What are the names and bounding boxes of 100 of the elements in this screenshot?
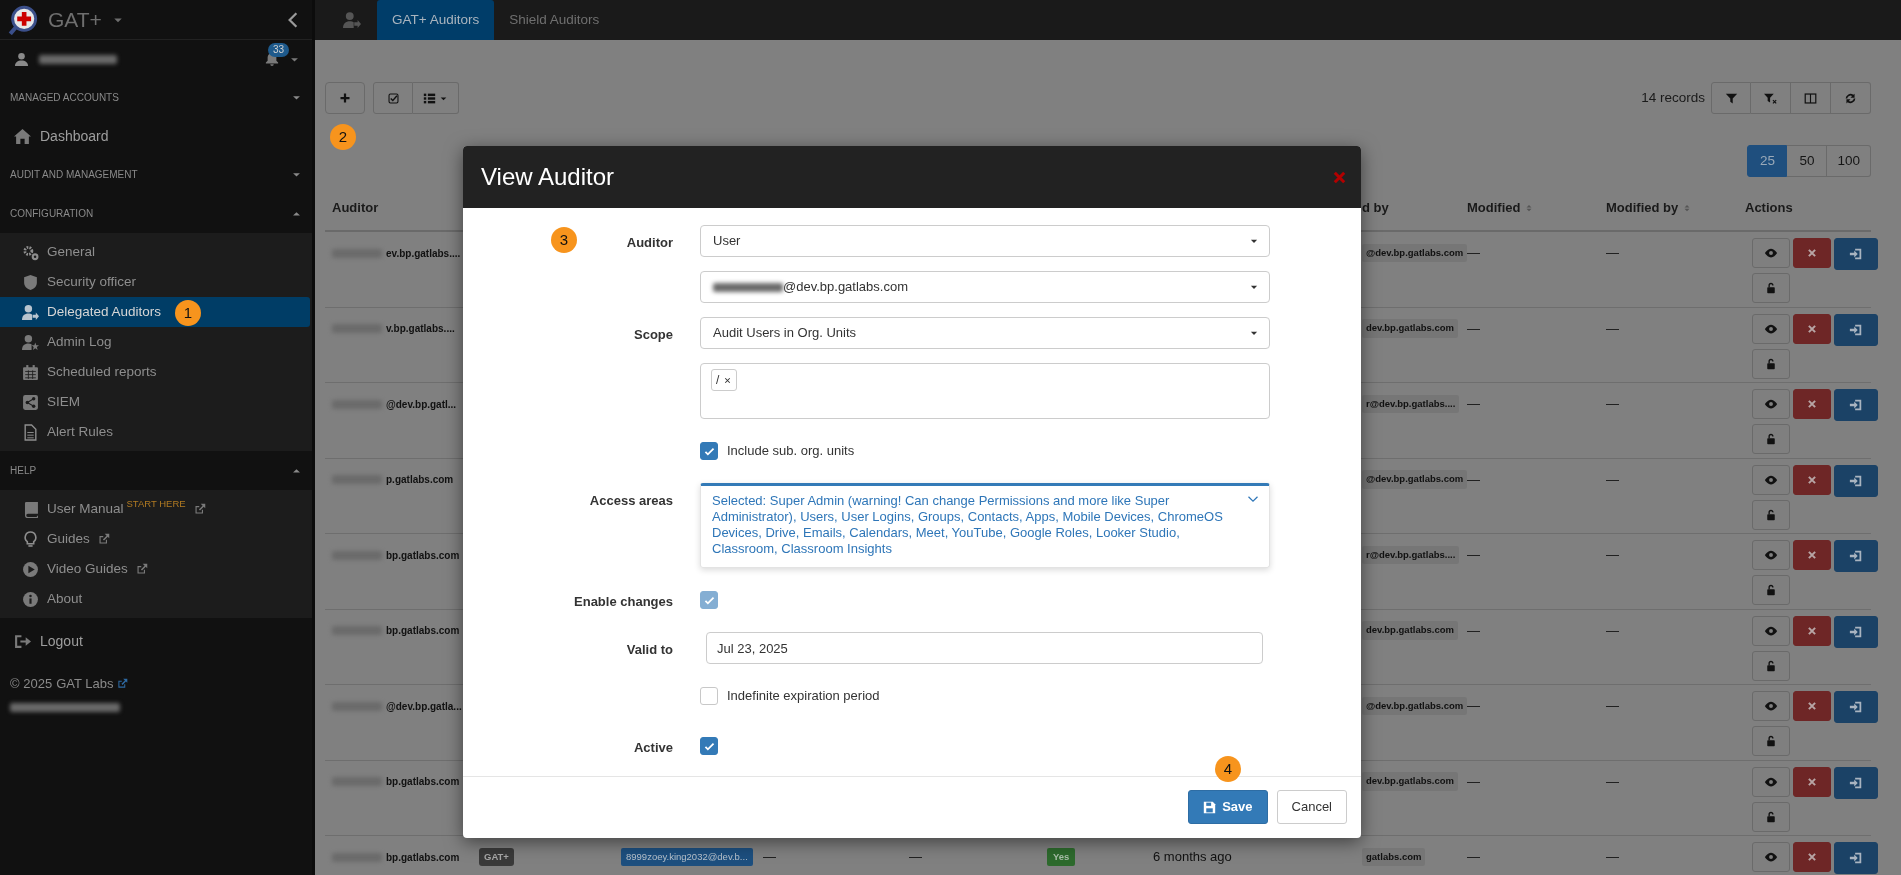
sign-in-button[interactable] <box>1834 691 1878 723</box>
unlock-button[interactable] <box>1752 273 1790 303</box>
table-cell-text: bp.gatlabs.com <box>386 548 460 563</box>
email-tag: @dev.bp.gatlabs.com <box>1362 696 1468 716</box>
remove-icon <box>723 375 733 385</box>
select-field[interactable]: User <box>700 225 1270 257</box>
table-cell-text: @dev.bp.gatla... <box>386 699 462 714</box>
select-button[interactable] <box>373 82 413 114</box>
sidebar-item[interactable]: Dashboard <box>0 117 312 155</box>
brand-name[interactable]: GAT+ <box>48 3 102 36</box>
sign-in-button[interactable] <box>1834 766 1878 799</box>
cross-icon <box>1807 625 1817 636</box>
table-cell-text: — <box>1606 621 1619 640</box>
sign-in-button[interactable] <box>1834 238 1878 270</box>
unlock-button[interactable] <box>1752 801 1790 832</box>
view-button[interactable] <box>1752 313 1790 344</box>
sign-in-button[interactable] <box>1834 842 1878 874</box>
view-menu-button[interactable] <box>413 82 459 114</box>
save-button[interactable]: Save <box>1188 790 1268 824</box>
play-icon <box>22 560 39 578</box>
table-cell-text: — <box>763 848 776 867</box>
sign-in-button[interactable] <box>1834 540 1878 572</box>
sidebar-item[interactable]: User Manual $^{START HERE}$ <box>0 494 310 524</box>
info-icon <box>22 590 39 608</box>
delete-button[interactable] <box>1793 615 1831 646</box>
checkbox[interactable] <box>700 442 718 460</box>
email-tag: r@dev.bp.gatlabs.... <box>1362 394 1460 414</box>
sidebar-item[interactable]: Logout <box>0 622 312 660</box>
select-field[interactable]: @dev.bp.gatlabs.com <box>700 271 1270 303</box>
sidebar-item[interactable]: Guides <box>0 524 310 554</box>
sidebar-item[interactable]: Security officer <box>0 267 310 297</box>
filter-button[interactable] <box>1711 82 1751 114</box>
table-cell-text: — <box>1606 697 1619 716</box>
sidebar-item[interactable]: Scheduled reports <box>0 357 310 387</box>
view-button[interactable] <box>1752 691 1790 721</box>
padlock-icon <box>1765 810 1777 823</box>
column-header[interactable]: Modified <box>1467 198 1535 218</box>
filter-icon <box>1724 91 1738 105</box>
unlock-button[interactable] <box>1752 499 1790 530</box>
delete-button[interactable] <box>1793 389 1831 419</box>
sidebar-item[interactable]: General <box>0 237 310 267</box>
page-size-button[interactable]: 100 <box>1827 145 1871 177</box>
sidebar-item[interactable]: About <box>0 584 310 614</box>
date-field[interactable]: Jul 23, 2025 <box>706 632 1263 664</box>
delete-button[interactable] <box>1793 464 1831 495</box>
padlock-icon <box>1765 433 1777 445</box>
delete-button[interactable] <box>1793 313 1831 344</box>
delete-button[interactable] <box>1793 691 1831 721</box>
delete-button[interactable] <box>1793 238 1831 268</box>
column-header[interactable]: Modified by <box>1606 198 1693 218</box>
cross-icon <box>1807 474 1817 485</box>
sidebar-item[interactable]: SIEM <box>0 387 310 417</box>
unlock-button[interactable] <box>1752 726 1790 756</box>
view-button[interactable] <box>1752 766 1790 797</box>
sign-in-icon <box>1849 473 1863 488</box>
checkbox-label: Include sub. org. units <box>727 442 855 461</box>
sign-in-button[interactable] <box>1834 313 1878 346</box>
checkbox[interactable] <box>700 737 718 755</box>
tab[interactable]: GAT+ Auditors <box>377 0 495 40</box>
tag-input-field[interactable]: / <box>700 363 1270 419</box>
delete-button[interactable] <box>1793 766 1831 797</box>
sidebar-item[interactable]: Admin Log <box>0 327 310 357</box>
cross-icon <box>1807 550 1817 560</box>
table-cell-text: — <box>1467 621 1480 640</box>
sign-in-button[interactable] <box>1834 389 1878 421</box>
checkbox-label: Indefinite expiration period <box>727 687 880 706</box>
cancel-button[interactable]: Cancel <box>1276 790 1347 824</box>
columns-button[interactable] <box>1791 82 1831 114</box>
table-cell-text: — <box>1467 470 1480 489</box>
sign-in-button[interactable] <box>1834 464 1878 497</box>
table-cell-text: @dev.bp.gatl... <box>386 397 457 412</box>
refresh-button[interactable] <box>1831 82 1871 114</box>
sign-in-icon <box>1849 549 1863 563</box>
view-button[interactable] <box>1752 389 1790 419</box>
select-field[interactable]: Audit Users in Org. Units <box>700 317 1270 349</box>
logo-icon <box>8 4 38 35</box>
view-button[interactable] <box>1752 615 1790 646</box>
unlock-button[interactable] <box>1752 424 1790 454</box>
view-button[interactable] <box>1752 238 1790 268</box>
multiselect-field[interactable]: Selected: Super Admin (warning! Can change Permissions and more like Super Administrator), Users, User Logins, Groups, Contacts, Apps, Mobile Devices, ChromeOS Devices, Drive, Emails, Calendars, Meet, YouTube, Google Roles, Looker Studio, Classroom, Classroom Insights <box>700 483 1270 568</box>
email-tag: @dev.bp.gatlabs.com <box>1362 243 1468 263</box>
checkbox[interactable] <box>700 687 718 705</box>
delete-button[interactable] <box>1793 540 1831 570</box>
unlock-button[interactable] <box>1752 650 1790 681</box>
unlock-button[interactable] <box>1752 575 1790 605</box>
sign-in-button[interactable] <box>1834 615 1878 648</box>
view-button[interactable] <box>1752 540 1790 570</box>
tab[interactable]: Shield Auditors <box>494 0 615 40</box>
sidebar-item[interactable]: Video Guides <box>0 554 310 584</box>
add-button[interactable] <box>325 82 365 114</box>
view-button[interactable] <box>1752 842 1790 872</box>
company-link[interactable]: GAT Labs <box>56 674 114 694</box>
delete-button[interactable] <box>1793 842 1831 872</box>
view-button[interactable] <box>1752 464 1790 495</box>
tag[interactable]: / <box>711 369 738 391</box>
unlock-button[interactable] <box>1752 348 1790 379</box>
sidebar-item[interactable]: Alert Rules <box>0 417 310 447</box>
clear-filter-button[interactable] <box>1751 82 1791 114</box>
page-size-button[interactable]: 25 <box>1747 145 1788 177</box>
page-size-button[interactable]: 50 <box>1787 145 1828 177</box>
